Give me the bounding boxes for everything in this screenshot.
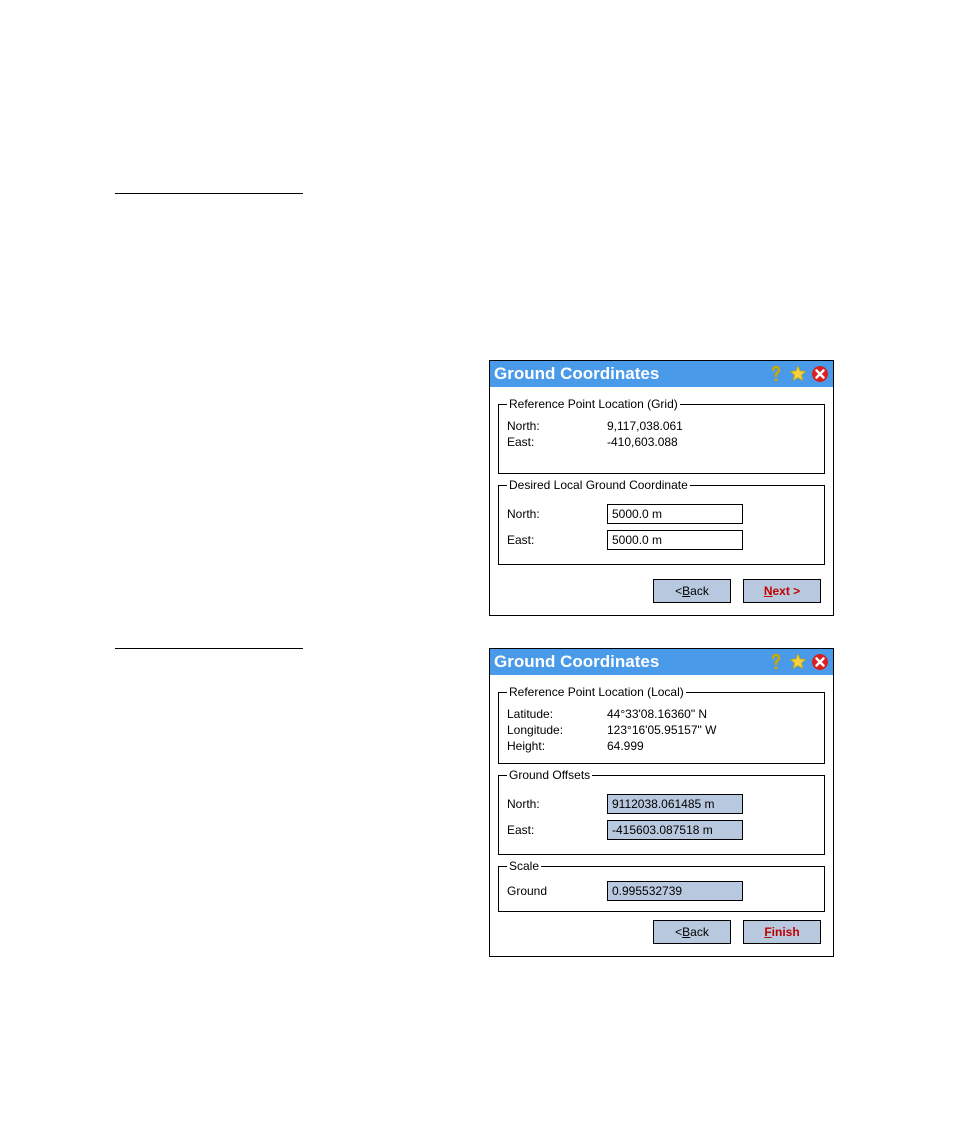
ground-scale-row: Ground	[507, 881, 816, 901]
east-label: East:	[507, 533, 607, 547]
reference-point-grid-group: Reference Point Location (Grid) North: 9…	[498, 397, 825, 474]
back-suffix: ack	[690, 925, 709, 939]
help-icon[interactable]	[767, 653, 785, 671]
longitude-label: Longitude:	[507, 723, 607, 737]
titlebar-icons	[767, 365, 829, 383]
north-label: North:	[507, 419, 607, 433]
ground-offsets-group: Ground Offsets North: East:	[498, 768, 825, 855]
finish-underline: F	[764, 925, 771, 939]
group-legend: Scale	[507, 859, 541, 873]
back-suffix: ack	[690, 584, 709, 598]
longitude-row: Longitude: 123°16'05.95157" W	[507, 723, 816, 737]
east-input-row: East:	[507, 530, 816, 550]
desired-local-ground-group: Desired Local Ground Coordinate North: E…	[498, 478, 825, 565]
north-input-row: North:	[507, 504, 816, 524]
height-value: 64.999	[607, 739, 644, 753]
latitude-value: 44°33'08.16360" N	[607, 707, 707, 721]
north-label: North:	[507, 507, 607, 521]
help-icon[interactable]	[767, 365, 785, 383]
group-legend: Ground Offsets	[507, 768, 592, 782]
group-legend: Desired Local Ground Coordinate	[507, 478, 690, 492]
titlebar-icons	[767, 653, 829, 671]
height-row: Height: 64.999	[507, 739, 816, 753]
longitude-value: 123°16'05.95157" W	[607, 723, 716, 737]
titlebar: Ground Coordinates	[490, 649, 833, 675]
dialog-title: Ground Coordinates	[494, 652, 659, 672]
finish-button[interactable]: Finish	[743, 920, 821, 944]
back-prefix: <	[675, 584, 682, 598]
east-offset-row: East:	[507, 820, 816, 840]
ground-coordinates-dialog-2: Ground Coordinates Reference Point Locat…	[489, 648, 834, 957]
group-legend: Reference Point Location (Local)	[507, 685, 686, 699]
north-input[interactable]	[607, 504, 743, 524]
decorative-rule-2	[115, 648, 303, 649]
close-icon[interactable]	[811, 653, 829, 671]
titlebar: Ground Coordinates	[490, 361, 833, 387]
favorite-icon[interactable]	[789, 653, 807, 671]
reference-point-local-group: Reference Point Location (Local) Latitud…	[498, 685, 825, 764]
back-underline: B	[682, 584, 690, 598]
back-prefix: <	[675, 925, 682, 939]
east-label: East:	[507, 435, 607, 449]
east-input[interactable]	[607, 530, 743, 550]
back-button[interactable]: < Back	[653, 579, 731, 603]
east-row: East: -410,603.088	[507, 435, 816, 449]
east-value: -410,603.088	[607, 435, 678, 449]
back-underline: B	[682, 925, 690, 939]
ground-label: Ground	[507, 884, 607, 898]
dialog-body: Reference Point Location (Grid) North: 9…	[490, 387, 833, 615]
dialog-title: Ground Coordinates	[494, 364, 659, 384]
button-row: < Back Finish	[496, 916, 827, 950]
next-suffix: ext >	[772, 584, 800, 598]
button-row: < Back Next >	[496, 569, 827, 609]
height-label: Height:	[507, 739, 607, 753]
north-offset-input[interactable]	[607, 794, 743, 814]
group-legend: Reference Point Location (Grid)	[507, 397, 680, 411]
next-underline: N	[764, 584, 773, 598]
dialog-body: Reference Point Location (Local) Latitud…	[490, 675, 833, 956]
scale-group: Scale Ground	[498, 859, 825, 912]
favorite-icon[interactable]	[789, 365, 807, 383]
north-label: North:	[507, 797, 607, 811]
ground-scale-input[interactable]	[607, 881, 743, 901]
east-offset-input[interactable]	[607, 820, 743, 840]
north-row: North: 9,117,038.061	[507, 419, 816, 433]
next-button[interactable]: Next >	[743, 579, 821, 603]
latitude-row: Latitude: 44°33'08.16360" N	[507, 707, 816, 721]
ground-coordinates-dialog-1: Ground Coordinates Reference Point Locat…	[489, 360, 834, 616]
east-label: East:	[507, 823, 607, 837]
spacer	[507, 451, 816, 465]
back-button[interactable]: < Back	[653, 920, 731, 944]
finish-suffix: inish	[772, 925, 800, 939]
north-value: 9,117,038.061	[607, 419, 683, 433]
latitude-label: Latitude:	[507, 707, 607, 721]
decorative-rule-1	[115, 193, 303, 194]
north-offset-row: North:	[507, 794, 816, 814]
close-icon[interactable]	[811, 365, 829, 383]
